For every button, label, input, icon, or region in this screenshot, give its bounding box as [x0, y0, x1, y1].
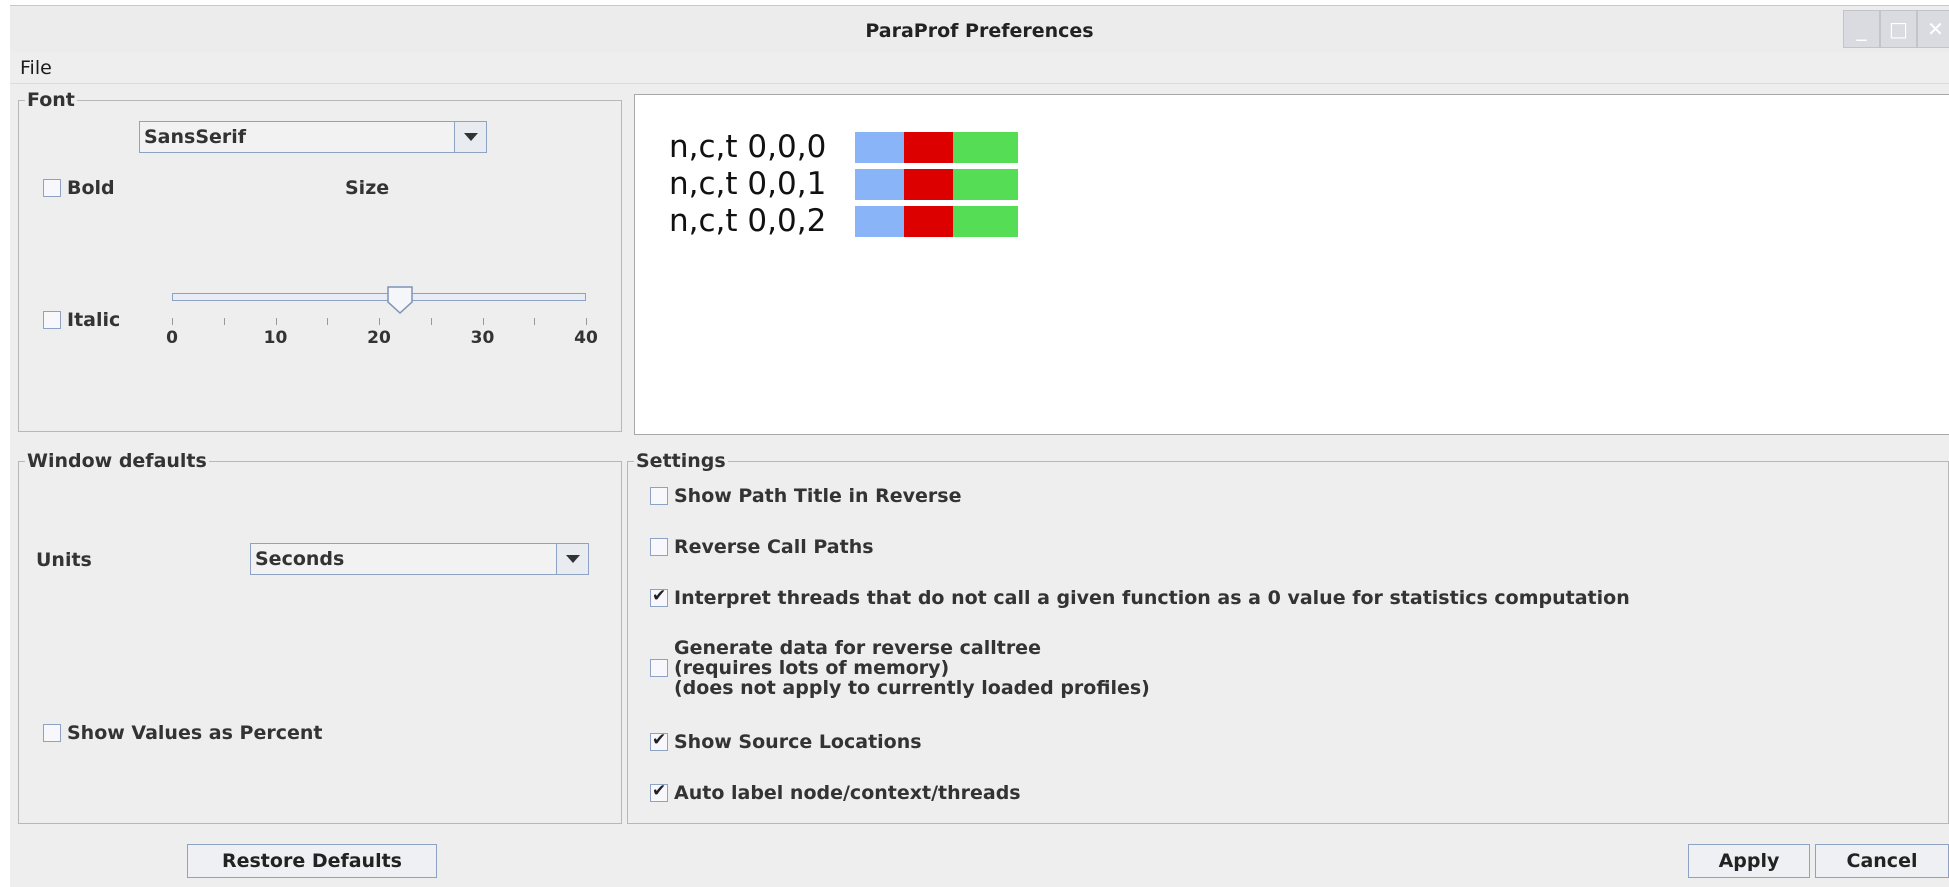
font-preview-canvas: n,c,t 0,0,0 n,c,t 0,0,1 n,c,t 0,0,2	[634, 94, 1949, 435]
bold-checkbox[interactable]: Bold	[43, 177, 115, 199]
settings-checkbox-label: Show Path Title in Reverse	[674, 485, 962, 507]
units-value: Seconds	[255, 548, 345, 570]
font-family-select[interactable]: SansSerif	[139, 121, 487, 153]
maximize-button[interactable]: □	[1880, 10, 1917, 48]
window-defaults-legend: Window defaults	[27, 450, 207, 472]
apply-button[interactable]: Apply	[1688, 844, 1810, 878]
font-size-slider-track[interactable]	[172, 293, 586, 301]
preview-bar-segment	[953, 168, 1018, 200]
preview-bar-segment	[904, 168, 953, 200]
show-percent-checkbox-box[interactable]	[43, 724, 61, 742]
slider-tick	[430, 318, 432, 325]
cancel-button[interactable]: Cancel	[1815, 844, 1949, 878]
slider-tick	[275, 318, 277, 325]
settings-checkbox-label: Generate data for reverse calltree (requi…	[674, 638, 1150, 698]
restore-defaults-button[interactable]: Restore Defaults	[187, 844, 437, 878]
chevron-down-icon[interactable]	[556, 544, 588, 574]
preview-bar-segment	[855, 168, 904, 200]
chevron-down-icon[interactable]	[454, 122, 486, 152]
show-percent-checkbox[interactable]: Show Values as Percent	[43, 722, 322, 744]
font-size-slider-thumb[interactable]	[386, 286, 413, 314]
preview-bar	[855, 205, 1018, 237]
preview-bar-segment	[855, 131, 904, 163]
preview-row: n,c,t 0,0,2	[669, 203, 1018, 239]
close-button[interactable]: ✕	[1917, 10, 1949, 48]
settings-checkbox[interactable]: Interpret threads that do not call a giv…	[650, 586, 1630, 609]
slider-tick-label: 30	[470, 328, 495, 348]
window-controls: _ □ ✕	[1843, 10, 1949, 48]
font-panel-legend: Font	[27, 89, 75, 111]
settings-checkbox-box[interactable]	[650, 586, 668, 607]
slider-tick	[482, 318, 484, 325]
window-title: ParaProf Preferences	[865, 20, 1094, 42]
settings-checkbox-box[interactable]	[650, 781, 668, 802]
units-select[interactable]: Seconds	[250, 543, 589, 575]
settings-checkbox-label-line: (requires lots of memory)	[674, 657, 950, 679]
window-defaults-panel: Window defaults	[18, 450, 622, 824]
slider-tick	[379, 318, 380, 325]
slider-tick-label: 10	[263, 328, 288, 348]
font-family-value: SansSerif	[144, 126, 247, 148]
preview-bar-segment	[904, 205, 953, 237]
settings-checkbox-label-line: Generate data for reverse calltree	[674, 637, 1041, 659]
menu-file[interactable]: File	[20, 57, 52, 79]
preview-bar	[855, 131, 1018, 163]
settings-legend: Settings	[636, 450, 726, 472]
preferences-window: ParaProf Preferences _ □ ✕ File Font San…	[10, 5, 1949, 887]
show-percent-label: Show Values as Percent	[67, 722, 323, 744]
bold-label: Bold	[67, 177, 115, 199]
settings-checkbox[interactable]: Reverse Call Paths	[650, 536, 874, 558]
preview-row: n,c,t 0,0,0	[669, 129, 1018, 165]
settings-checkbox[interactable]: Generate data for reverse calltree (requi…	[650, 638, 1150, 698]
preview-row-label: n,c,t 0,0,0	[669, 129, 827, 165]
slider-tick	[172, 318, 173, 325]
minimize-button[interactable]: _	[1843, 10, 1880, 48]
slider-tick	[327, 318, 329, 325]
size-label: Size	[345, 177, 390, 199]
preview-row-label: n,c,t 0,0,2	[669, 203, 827, 239]
italic-checkbox-box[interactable]	[43, 311, 61, 329]
preview-bar	[855, 168, 1018, 200]
slider-tick-label: 0	[166, 328, 178, 348]
settings-checkbox-box[interactable]	[650, 487, 668, 505]
preview-bar-segment	[953, 131, 1018, 163]
units-label: Units	[36, 549, 92, 571]
slider-tick-label: 40	[574, 328, 598, 348]
settings-checkbox-box[interactable]	[650, 659, 668, 677]
settings-checkbox-label: Reverse Call Paths	[674, 536, 874, 558]
settings-checkbox-label-line: (does not apply to currently loaded prof…	[674, 677, 1150, 699]
slider-tick	[223, 318, 225, 325]
settings-checkbox[interactable]: Show Path Title in Reverse	[650, 485, 961, 507]
settings-checkbox-box[interactable]	[650, 730, 668, 751]
preview-bar-segment	[855, 205, 904, 237]
slider-tick-label: 20	[367, 328, 391, 348]
preview-bar-segment	[904, 131, 953, 163]
bold-checkbox-box[interactable]	[43, 179, 61, 197]
slider-tick	[534, 318, 536, 325]
preview-row-label: n,c,t 0,0,1	[669, 166, 827, 202]
settings-checkbox-label: Interpret threads that do not call a giv…	[674, 587, 1630, 609]
italic-checkbox[interactable]: Italic	[43, 309, 120, 331]
preview-row: n,c,t 0,0,1	[669, 166, 1018, 202]
settings-checkbox-box[interactable]	[650, 538, 668, 556]
title-bar[interactable]: ParaProf Preferences _ □ ✕	[10, 6, 1949, 52]
settings-checkbox-label: Show Source Locations	[674, 731, 922, 753]
settings-checkbox-label: Auto label node/context/threads	[674, 782, 1021, 804]
settings-checkbox[interactable]: Auto label node/context/threads	[650, 781, 1021, 804]
settings-checkbox[interactable]: Show Source Locations	[650, 730, 922, 753]
italic-label: Italic	[67, 309, 121, 331]
slider-tick	[586, 318, 587, 325]
preview-bar-segment	[953, 205, 1018, 237]
menu-bar: File	[10, 53, 1949, 84]
